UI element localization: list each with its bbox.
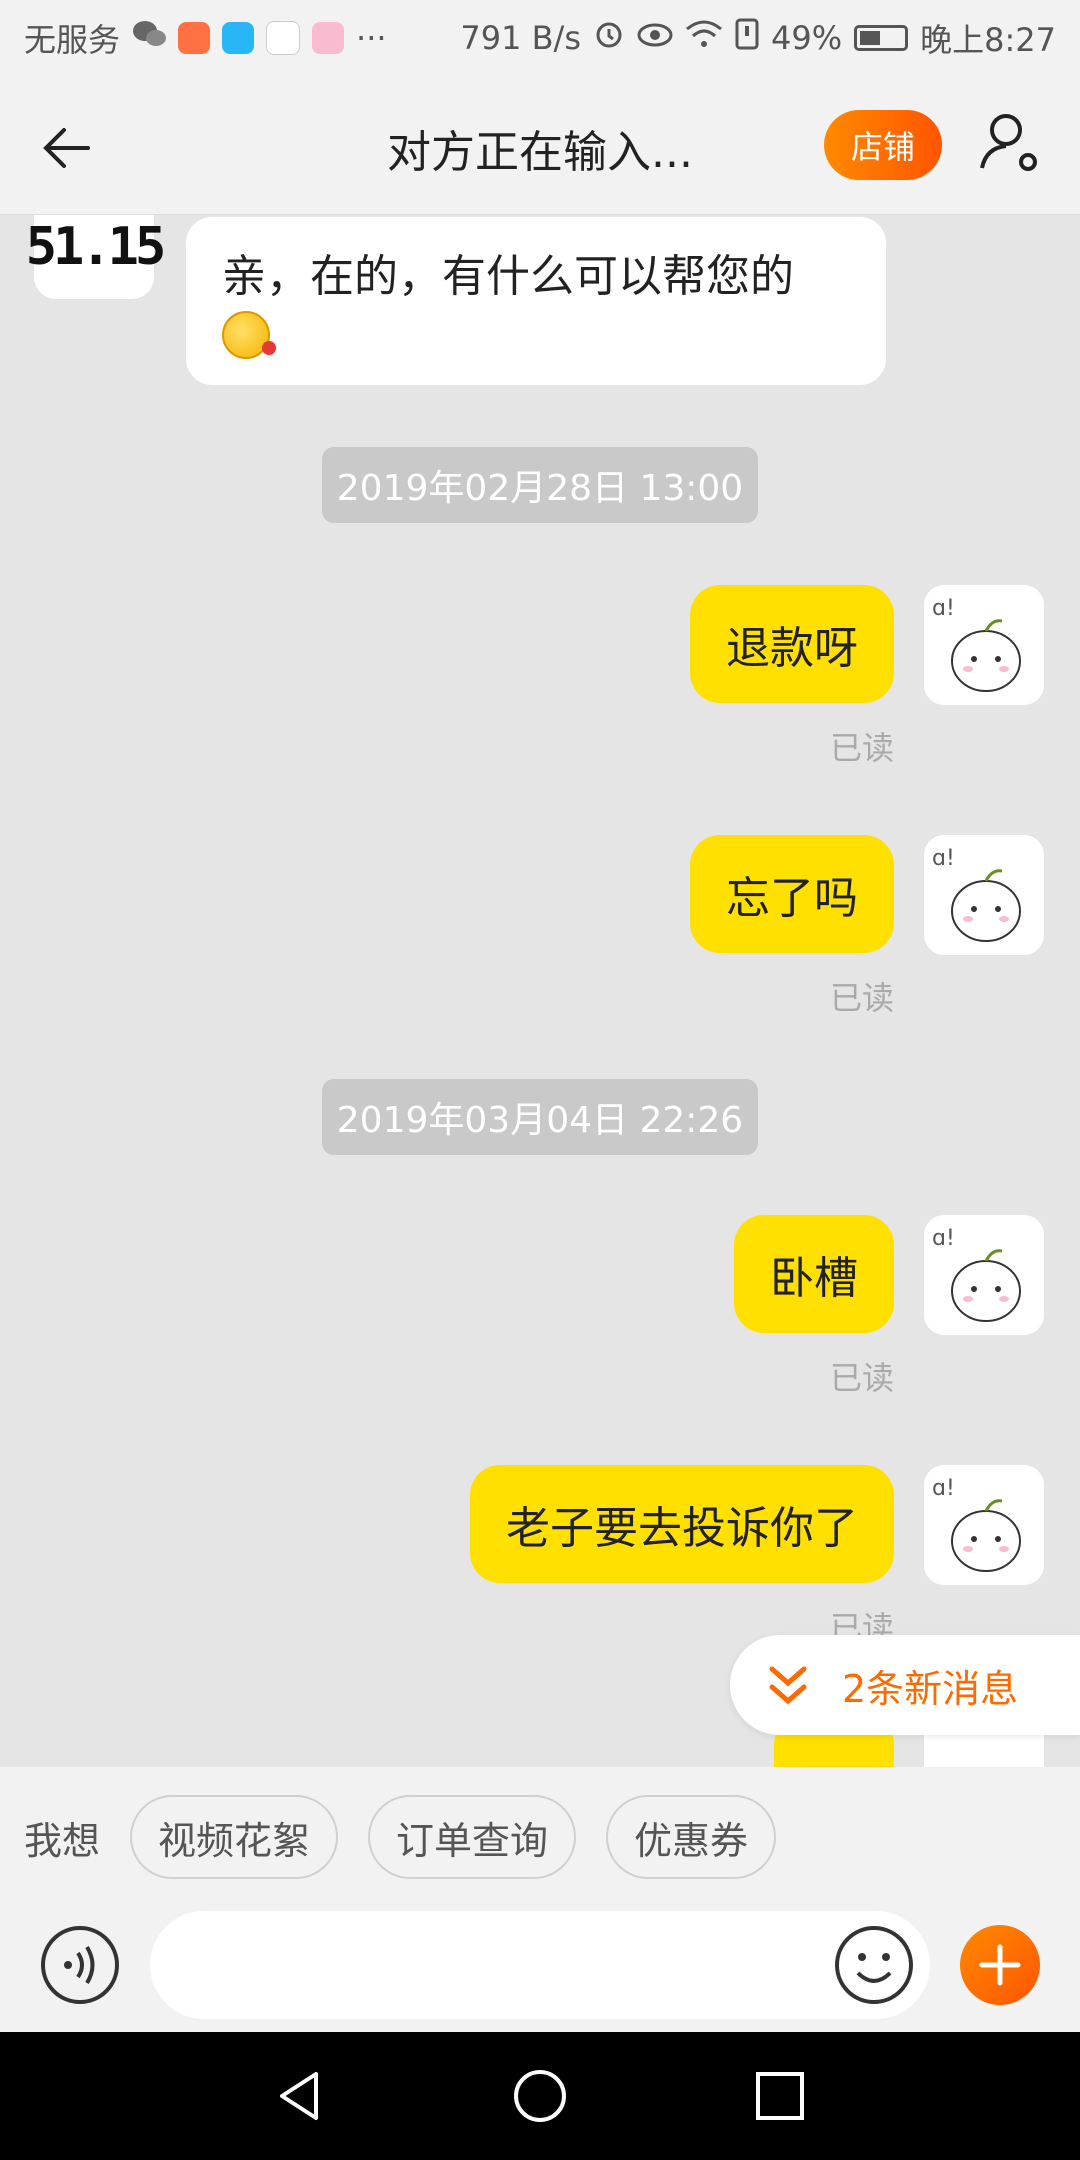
quick-chip-order[interactable]: 订单查询 bbox=[368, 1795, 577, 1879]
plus-icon bbox=[979, 1944, 1021, 1986]
voice-icon[interactable] bbox=[40, 1925, 120, 2005]
user-settings-icon[interactable] bbox=[976, 108, 1046, 178]
message-text: 老子要去投诉你了 bbox=[506, 1503, 858, 1554]
read-status: 已读 bbox=[829, 979, 894, 1017]
quick-chip-video[interactable]: 视频花絮 bbox=[130, 1795, 339, 1879]
outgoing-message[interactable]: 退款呀 bbox=[690, 585, 894, 703]
shop-button[interactable]: 店铺 bbox=[824, 110, 942, 180]
alarm-icon bbox=[593, 18, 625, 58]
delivery-app-icon bbox=[222, 22, 255, 54]
nav-recents-icon[interactable] bbox=[750, 2066, 810, 2126]
photos-app-icon bbox=[312, 22, 345, 54]
message-text: 忘了吗 bbox=[726, 873, 858, 924]
sim-icon bbox=[735, 18, 759, 58]
wifi-icon bbox=[685, 19, 723, 57]
new-messages-button[interactable]: 2条新消息 bbox=[730, 1635, 1080, 1735]
quick-chip-coupon[interactable]: 优惠券 bbox=[606, 1795, 777, 1879]
message-text: 亲，在的，有什么可以帮您的 bbox=[222, 251, 794, 302]
wechat-icon bbox=[132, 19, 167, 57]
emoji-icon[interactable] bbox=[834, 1925, 914, 2005]
outgoing-message[interactable]: 老子要去投诉你了 bbox=[470, 1465, 894, 1583]
nav-back-icon[interactable] bbox=[270, 2066, 330, 2126]
svg-text:ɑ!: ɑ! bbox=[932, 1226, 955, 1251]
eye-icon bbox=[637, 19, 673, 57]
new-messages-label: 2条新消息 bbox=[842, 1666, 1019, 1711]
read-status: 已读 bbox=[829, 1359, 894, 1397]
more-notifications: ··· bbox=[356, 19, 387, 57]
network-speed: 791 B/s bbox=[460, 19, 581, 57]
incoming-message[interactable]: 亲，在的，有什么可以帮您的 bbox=[186, 217, 886, 385]
message-text: 退款呀 bbox=[726, 623, 858, 674]
system-nav-bar bbox=[0, 2032, 1080, 2160]
read-status: 已读 bbox=[829, 729, 894, 767]
svg-text:ɑ!: ɑ! bbox=[932, 846, 955, 871]
chat-header: 对方正在输入... 店铺 bbox=[0, 76, 1080, 215]
user-avatar[interactable]: ɑ! bbox=[924, 1215, 1044, 1335]
chat-area[interactable]: 51.15 亲，在的，有什么可以帮您的 2019年02月28日 13:00 退款… bbox=[0, 215, 1080, 1767]
clock: 晚上8:27 bbox=[920, 21, 1056, 59]
battery-icon bbox=[854, 25, 909, 51]
battery-percent: 49% bbox=[771, 19, 843, 57]
status-bar: 无服务 ··· 791 B/s 49% 晚上8:27 bbox=[0, 0, 1080, 76]
shop-avatar[interactable]: 51.15 bbox=[26, 215, 166, 299]
timestamp: 2019年02月28日 13:00 bbox=[322, 447, 758, 523]
quick-reply-bar: 我想 视频花絮 订单查询 优惠券 bbox=[0, 1767, 1080, 1907]
double-chevron-down-icon bbox=[758, 1655, 818, 1715]
nav-home-icon[interactable] bbox=[510, 2066, 570, 2126]
user-avatar[interactable]: ɑ! bbox=[924, 585, 1044, 705]
svg-text:ɑ!: ɑ! bbox=[932, 596, 955, 621]
svg-text:ɑ!: ɑ! bbox=[932, 1476, 955, 1501]
quick-reply-label: 我想 bbox=[24, 1818, 101, 1863]
add-attachment-button[interactable] bbox=[960, 1925, 1040, 2005]
message-text: 卧槽 bbox=[770, 1253, 858, 1304]
outgoing-message[interactable]: 卧槽 bbox=[734, 1215, 894, 1333]
carrier-text: 无服务 bbox=[24, 21, 121, 59]
input-bar bbox=[0, 1907, 1080, 2032]
user-avatar[interactable]: ɑ! bbox=[924, 1465, 1044, 1585]
map-pin-app-icon bbox=[266, 21, 301, 55]
video-app-icon bbox=[178, 22, 211, 54]
outgoing-message[interactable]: 忘了吗 bbox=[690, 835, 894, 953]
smile-emoji-icon bbox=[222, 311, 276, 359]
timestamp: 2019年03月04日 22:26 bbox=[322, 1079, 758, 1155]
user-avatar[interactable]: ɑ! bbox=[924, 835, 1044, 955]
message-input[interactable] bbox=[150, 1911, 930, 2019]
